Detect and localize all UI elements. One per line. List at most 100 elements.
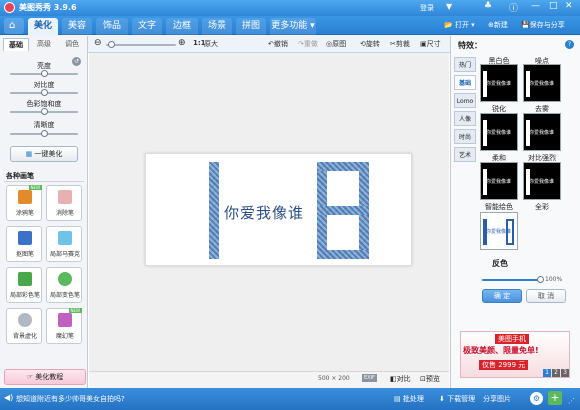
zoom-out-icon[interactable]: ⊖: [94, 38, 102, 48]
tab-more[interactable]: 更多功能 ▾: [270, 18, 316, 35]
pen-label: 局部马赛克: [49, 251, 80, 258]
effect-thumb-smart-color[interactable]: 你爱我像谁: [480, 212, 518, 250]
one-click-label: 一键美化: [34, 150, 63, 158]
bottom-tip-link[interactable]: 想知道附近有多少帅哥美女自拍吗?: [16, 394, 125, 404]
thumb-text: 你爱我像谁: [486, 130, 512, 136]
left-tab-basic[interactable]: 基础: [3, 38, 29, 51]
effects-title: 特效：: [458, 41, 482, 50]
effect-thumb-noise[interactable]: 你爱我像谁: [523, 64, 561, 102]
zoom-in-icon[interactable]: ⊕: [178, 38, 186, 48]
pen-mosaic[interactable]: 局部马赛克: [46, 226, 82, 262]
sharpness-knob[interactable]: [41, 130, 48, 137]
pen-magic[interactable]: NEW 魔幻笔: [46, 308, 82, 344]
tab-border[interactable]: 边框: [166, 18, 198, 35]
sharpness-label: 清晰度: [33, 121, 55, 129]
rotate-button[interactable]: ⟲旋转: [360, 39, 380, 49]
pen-cutout[interactable]: 抠图笔: [6, 226, 42, 262]
effect-opacity-knob[interactable]: [537, 276, 544, 283]
batch-button[interactable]: ▤ 批处理: [394, 394, 424, 404]
add-icon[interactable]: +: [548, 391, 562, 405]
pen-eraser[interactable]: 消除笔: [46, 185, 82, 221]
compare-button[interactable]: ◧对比: [390, 374, 411, 384]
photo-caption: 你爱我像谁: [224, 204, 305, 222]
left-tab-color[interactable]: 调色: [59, 38, 85, 51]
cancel-button[interactable]: 取 消: [526, 289, 566, 303]
rotate-label: 旋转: [365, 40, 380, 48]
download-label: 下载管理: [447, 395, 476, 403]
undo-label: 撤销: [273, 40, 288, 48]
tab-more-label: 更多功能: [271, 21, 308, 31]
ad-page-3[interactable]: 3: [561, 369, 569, 377]
saturation-knob[interactable]: [41, 108, 48, 115]
tutorial-button[interactable]: ☞ 美化教程: [4, 369, 86, 385]
side-tab-fashion[interactable]: 时尚: [454, 129, 476, 144]
share-image-button[interactable]: 分享图片: [483, 394, 511, 404]
brightness-knob[interactable]: [41, 70, 48, 77]
original-image-button[interactable]: ◎原图: [326, 39, 346, 49]
effect-opacity-slider[interactable]: [482, 279, 542, 281]
pen-local-recolor[interactable]: 局部变色笔: [46, 267, 82, 303]
pen-background-blur[interactable]: 背景虚化: [6, 308, 42, 344]
effect-thumb-high-contrast[interactable]: 你爱我像谁: [523, 162, 561, 200]
skin-icon[interactable]: ♣: [484, 1, 492, 11]
pen-doodle[interactable]: NEW 涂鸦笔: [6, 185, 42, 221]
undo-button[interactable]: ↶撤销: [268, 39, 288, 49]
help-icon[interactable]: ?: [565, 40, 574, 49]
selected-effect-name: 反色: [492, 259, 508, 268]
ad-page-2[interactable]: 2: [552, 369, 560, 377]
download-manager-button[interactable]: ⬇ 下载管理: [439, 394, 475, 404]
side-tab-hot[interactable]: 热门: [454, 57, 476, 72]
open-button[interactable]: 📂 打开 ▾: [444, 20, 475, 30]
login-link[interactable]: 登录: [420, 3, 434, 13]
left-tab-advanced[interactable]: 高级: [31, 38, 57, 51]
ad-page-1[interactable]: 1: [543, 369, 551, 377]
settings-icon[interactable]: ⚙: [530, 392, 543, 405]
save-share-button[interactable]: 💾保存与分享: [521, 20, 565, 30]
side-tab-art[interactable]: 艺术: [454, 147, 476, 162]
effect-thumb-sharpen[interactable]: 你爱我像谁: [480, 113, 518, 151]
cutout-pen-icon: [18, 231, 32, 245]
side-tab-basic[interactable]: 基础: [454, 75, 476, 90]
effect-thumb-dehaze[interactable]: 你爱我像谁: [523, 113, 561, 151]
tab-beautify[interactable]: 美化: [28, 18, 58, 35]
pen-local-color[interactable]: 局部彩色笔: [6, 267, 42, 303]
info-icon[interactable]: ⓘ: [509, 1, 518, 14]
preview-label: 预览: [425, 375, 440, 383]
zoom-slider[interactable]: [106, 44, 176, 46]
pen-label: 局部彩色笔: [9, 292, 40, 299]
pen-label: 抠图笔: [15, 251, 34, 258]
side-tab-lomo[interactable]: Lomo: [454, 93, 476, 108]
one-click-beautify-button[interactable]: ▦ 一键美化: [10, 146, 78, 162]
minimize-icon[interactable]: —: [531, 1, 540, 11]
color-pen-icon: [18, 272, 32, 286]
contrast-knob[interactable]: [41, 89, 48, 96]
zoom-slider-knob[interactable]: [108, 41, 115, 48]
hand-icon: ☞: [26, 373, 34, 381]
tab-collage[interactable]: 拼图: [236, 18, 266, 35]
tab-accessories[interactable]: 饰品: [96, 18, 128, 35]
crop-button[interactable]: ✂剪裁: [390, 39, 410, 49]
redo-button[interactable]: ↷重做: [298, 39, 318, 49]
exif-badge[interactable]: EXIF: [362, 374, 377, 382]
side-tab-portrait[interactable]: 人像: [454, 111, 476, 126]
new-label: 新建: [493, 21, 508, 29]
effect-label: 全彩: [535, 203, 549, 211]
close-icon[interactable]: ✕: [565, 1, 573, 11]
photo-canvas[interactable]: 你爱我像谁: [145, 153, 412, 266]
menu-icon[interactable]: ▼: [446, 2, 452, 11]
preview-button[interactable]: ⊡预览: [420, 374, 440, 384]
thumb-text: 你爱我像谁: [486, 81, 512, 87]
resize-grip-icon: ⋰: [568, 397, 575, 405]
new-button[interactable]: ⊕新建: [488, 20, 508, 30]
tab-text[interactable]: 文字: [132, 18, 162, 35]
home-button[interactable]: ⌂: [4, 18, 24, 34]
resize-button[interactable]: ▣尺寸: [420, 39, 441, 49]
effect-opacity-value: 100%: [545, 276, 563, 283]
maximize-icon[interactable]: □: [549, 1, 558, 11]
original-size-button[interactable]: 原大: [204, 39, 218, 49]
confirm-button[interactable]: 确 定: [482, 289, 522, 303]
effect-thumb-bw[interactable]: 你爱我像谁: [480, 64, 518, 102]
tab-makeup[interactable]: 美容: [62, 18, 92, 35]
effect-thumb-soft[interactable]: 你爱我像谁: [480, 162, 518, 200]
tab-scene[interactable]: 场景: [202, 18, 232, 35]
